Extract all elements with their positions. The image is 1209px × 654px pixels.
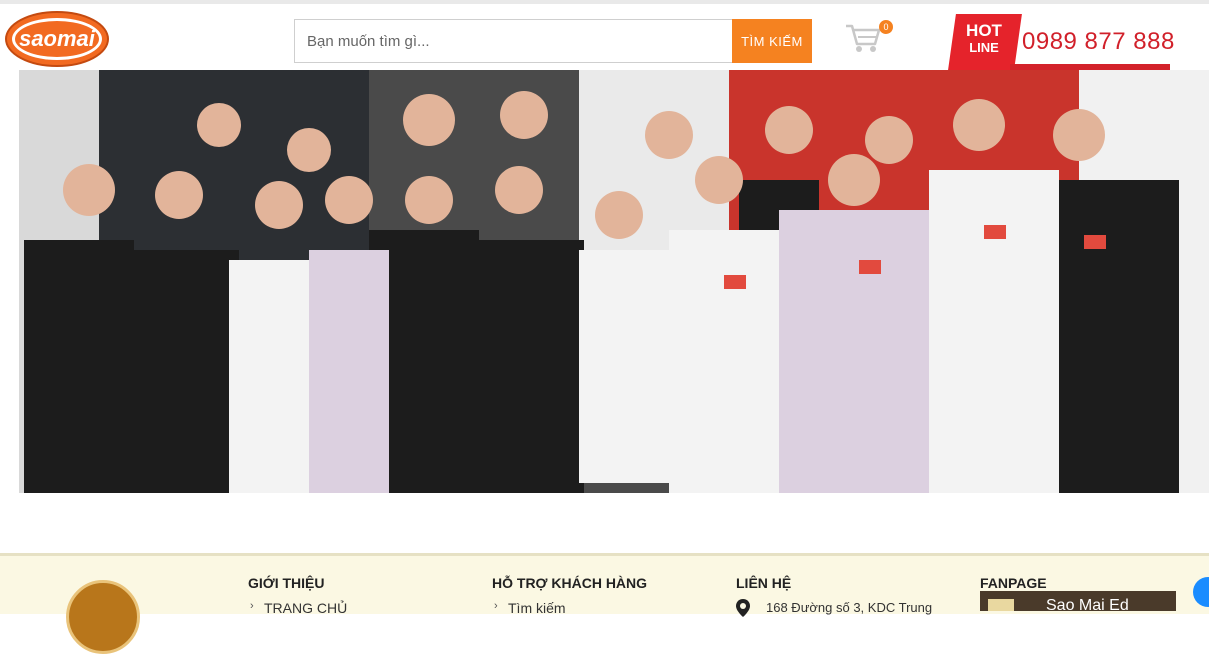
footer-link-search[interactable]: › Tìm kiếm bbox=[494, 600, 566, 616]
search-button[interactable]: TÌM KIẾM bbox=[732, 19, 812, 63]
cart-icon bbox=[846, 24, 881, 52]
search-bar: TÌM KIẾM bbox=[294, 19, 812, 63]
award-seal-icon bbox=[66, 580, 140, 654]
hero-banner-image bbox=[19, 70, 1209, 493]
chevron-right-icon: › bbox=[250, 600, 254, 612]
fanpage-avatar bbox=[988, 599, 1014, 611]
chevron-right-icon: › bbox=[494, 600, 498, 612]
footer-address: 168 Đường số 3, KDC Trung bbox=[736, 599, 932, 617]
svg-text:saomai: saomai bbox=[19, 26, 96, 51]
footer-heading-about: GIỚI THIỆU bbox=[248, 575, 325, 591]
footer-heading-fanpage: FANPAGE bbox=[980, 575, 1047, 591]
cart-button[interactable]: 0 bbox=[844, 20, 894, 54]
footer-link-home[interactable]: › TRANG CHỦ bbox=[250, 600, 347, 616]
team-photo bbox=[19, 70, 1209, 493]
fanpage-widget[interactable]: Sao Mai Ed bbox=[980, 591, 1176, 611]
footer-heading-support: HỖ TRỢ KHÁCH HÀNG bbox=[492, 575, 648, 591]
hotline-label: HOT LINE bbox=[966, 21, 1002, 55]
search-input[interactable] bbox=[294, 19, 732, 63]
saomai-logo[interactable]: saomai bbox=[4, 10, 110, 68]
footer-heading-contact: LIÊN HỆ bbox=[736, 575, 792, 591]
map-pin-icon bbox=[736, 599, 750, 620]
fanpage-name[interactable]: Sao Mai Ed bbox=[1046, 597, 1129, 611]
cart-count-badge: 0 bbox=[879, 20, 893, 34]
hotline-number[interactable]: 0989 877 888 bbox=[1022, 28, 1175, 56]
